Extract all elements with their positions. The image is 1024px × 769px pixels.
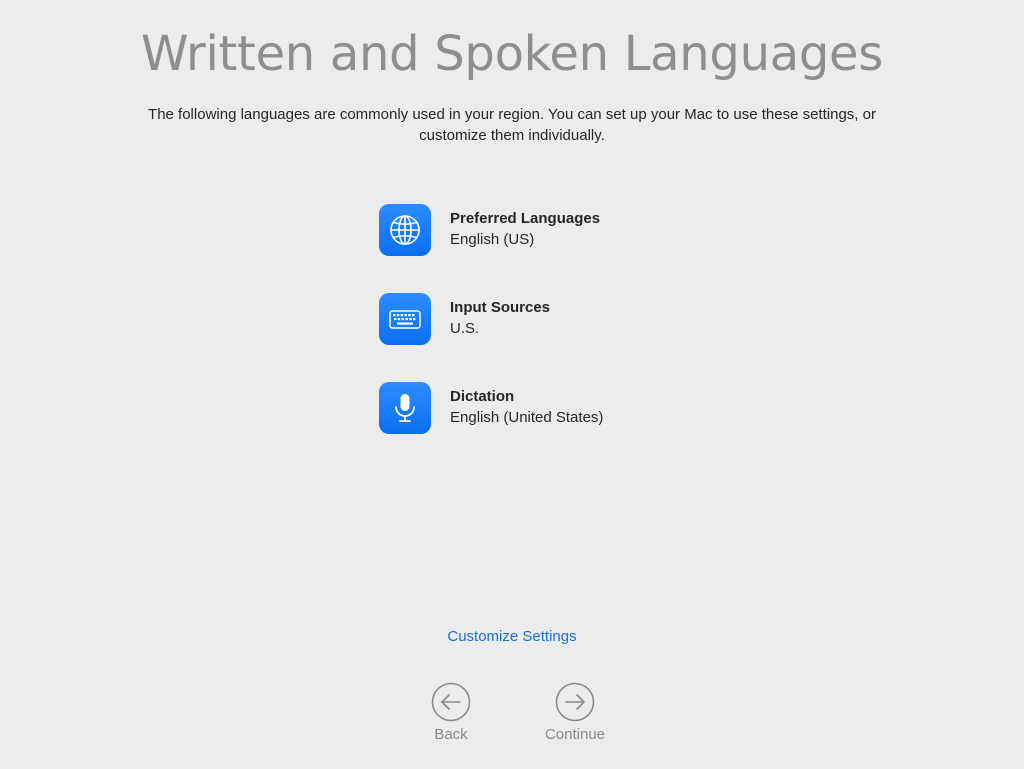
input-sources-item: Input Sources U.S.: [379, 293, 603, 345]
setup-page: Written and Spoken Languages The followi…: [0, 0, 1024, 769]
arrow-left-circle-icon: [431, 682, 471, 722]
page-subtitle: The following languages are commonly use…: [148, 106, 876, 144]
preferred-languages-item: Preferred Languages English (US): [379, 204, 603, 256]
arrow-right-circle-icon: [555, 682, 595, 722]
item-value: U.S.: [450, 320, 480, 337]
keyboard-icon: [379, 293, 431, 345]
back-button[interactable]: Back: [406, 682, 496, 743]
continue-button[interactable]: Continue: [530, 682, 620, 743]
item-title: Dictation: [450, 388, 515, 405]
globe-icon: [379, 204, 431, 256]
item-title: Preferred Languages: [450, 210, 601, 227]
language-settings-list: Preferred Languages English (US) Input S…: [379, 204, 603, 434]
item-value: English (US): [450, 231, 535, 248]
page-title: Written and Spoken Languages: [141, 26, 883, 82]
item-title: Input Sources: [450, 299, 551, 316]
microphone-icon: [379, 382, 431, 434]
item-value: English (United States): [450, 409, 604, 426]
customize-settings-link[interactable]: Customize Settings: [0, 628, 1024, 645]
dictation-item: Dictation English (United States): [379, 382, 603, 434]
continue-label: Continue: [544, 726, 606, 743]
back-label: Back: [434, 726, 468, 743]
